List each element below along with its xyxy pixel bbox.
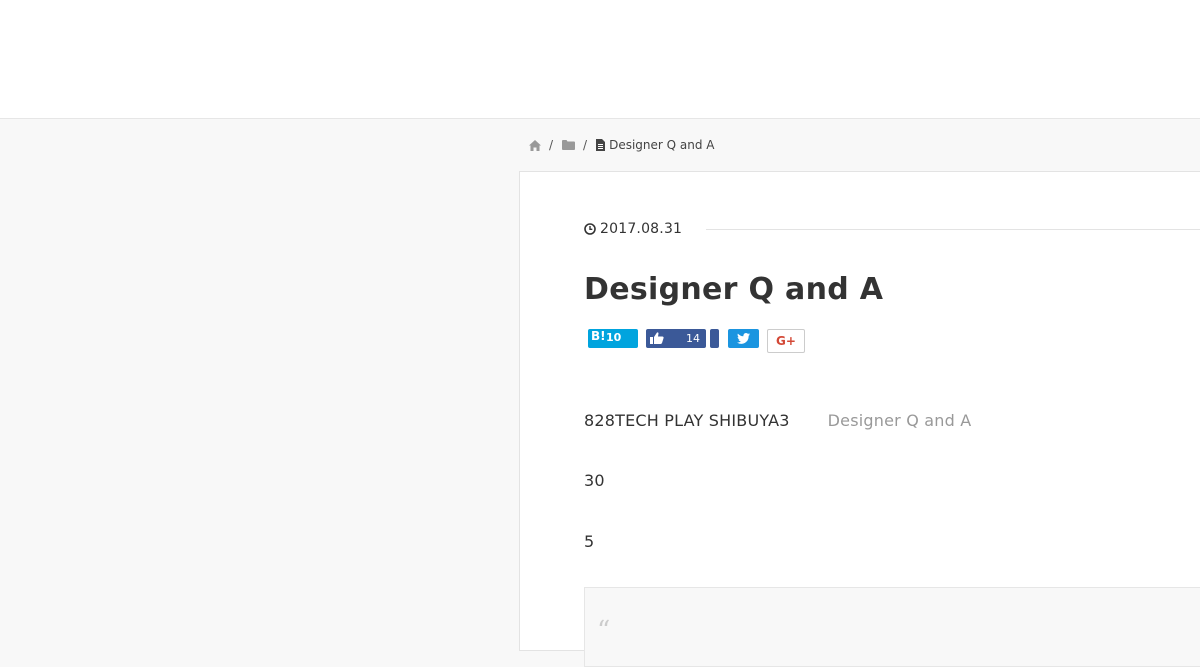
hatena-bookmark-button[interactable]: B! 10	[588, 329, 638, 348]
blockquote: “	[584, 587, 1200, 667]
google-plus-button[interactable]: G+	[767, 329, 805, 353]
breadcrumb-current: Designer Q and A	[609, 138, 715, 152]
google-plus-icon: G+	[776, 334, 796, 348]
post-date: 2017.08.31	[600, 221, 683, 237]
hatena-label: B!	[591, 329, 606, 343]
hatena-count: 10	[606, 331, 622, 344]
quote-mark-icon: “	[597, 616, 611, 646]
site-header	[0, 0, 1200, 119]
file-icon	[596, 139, 606, 151]
folder-icon[interactable]	[562, 140, 576, 150]
twitter-icon	[737, 333, 750, 344]
breadcrumb: / / Designer Q and A	[529, 136, 715, 154]
article-card: 2017.08.31 Designer Q and A B! 10 14 G+ …	[519, 171, 1200, 667]
paragraph-muted-text: Designer Q and A	[827, 411, 972, 430]
breadcrumb-separator: /	[549, 138, 554, 152]
paragraph: 828TECH PLAY SHIBUYA3 Designer Q and A	[584, 411, 971, 430]
date-row: 2017.08.31	[584, 220, 1200, 238]
paragraph: 30	[584, 471, 605, 490]
facebook-count: 14	[686, 332, 700, 345]
facebook-share-button[interactable]	[710, 329, 719, 348]
twitter-button[interactable]	[728, 329, 759, 348]
paragraph: 5	[584, 532, 595, 551]
clock-icon	[584, 223, 596, 235]
thumbs-up-icon	[650, 332, 664, 347]
facebook-like-button[interactable]: 14	[646, 329, 706, 348]
breadcrumb-separator: /	[583, 138, 588, 152]
date-divider	[706, 228, 1200, 230]
paragraph-text: 828TECH PLAY SHIBUYA3	[584, 411, 790, 430]
share-buttons: B! 10 14 G+	[588, 329, 805, 353]
home-icon[interactable]	[529, 139, 541, 151]
page-title: Designer Q and A	[584, 272, 884, 307]
